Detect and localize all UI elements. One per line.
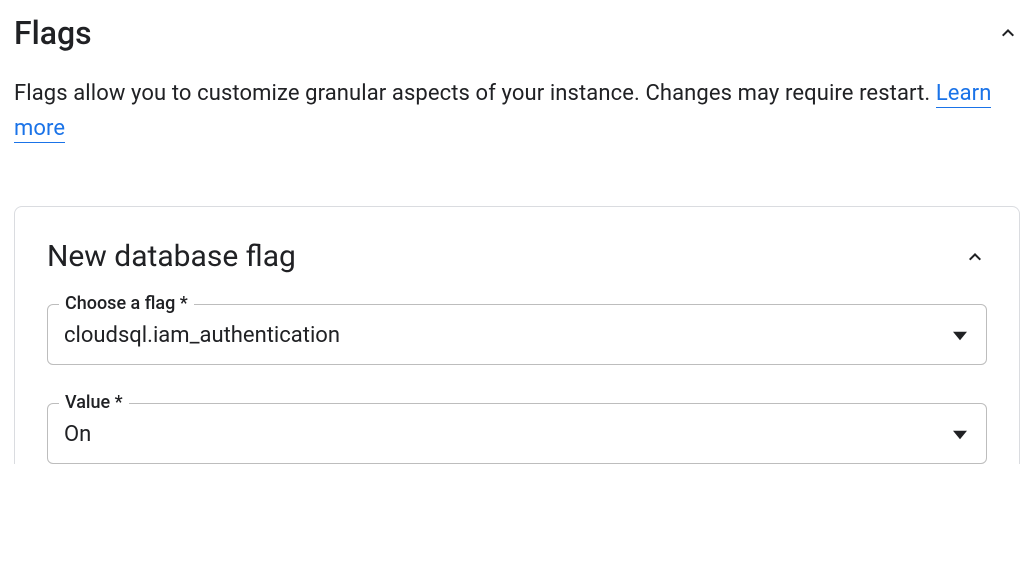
- value-field: Value * On: [47, 403, 987, 464]
- caret-down-icon: [950, 425, 970, 445]
- choose-flag-value: cloudsql.iam_authentication: [64, 323, 340, 348]
- choose-flag-field: Choose a flag * cloudsql.iam_authenticat…: [47, 304, 987, 365]
- value-select[interactable]: On: [47, 403, 987, 464]
- choose-flag-label: Choose a flag *: [59, 293, 194, 314]
- section-description: Flags allow you to customize granular as…: [14, 76, 1020, 146]
- value-select-value: On: [64, 422, 91, 447]
- chevron-up-icon[interactable]: [963, 245, 987, 269]
- section-title: Flags: [14, 14, 92, 52]
- description-text: Flags allow you to customize granular as…: [14, 81, 936, 106]
- card-title: New database flag: [47, 239, 296, 274]
- card-header[interactable]: New database flag: [47, 239, 987, 274]
- chevron-up-icon[interactable]: [996, 21, 1020, 45]
- flags-section-header[interactable]: Flags: [14, 14, 1020, 52]
- new-flag-card: New database flag Choose a flag * clouds…: [14, 206, 1020, 464]
- caret-down-icon: [950, 326, 970, 346]
- value-label: Value *: [59, 392, 129, 413]
